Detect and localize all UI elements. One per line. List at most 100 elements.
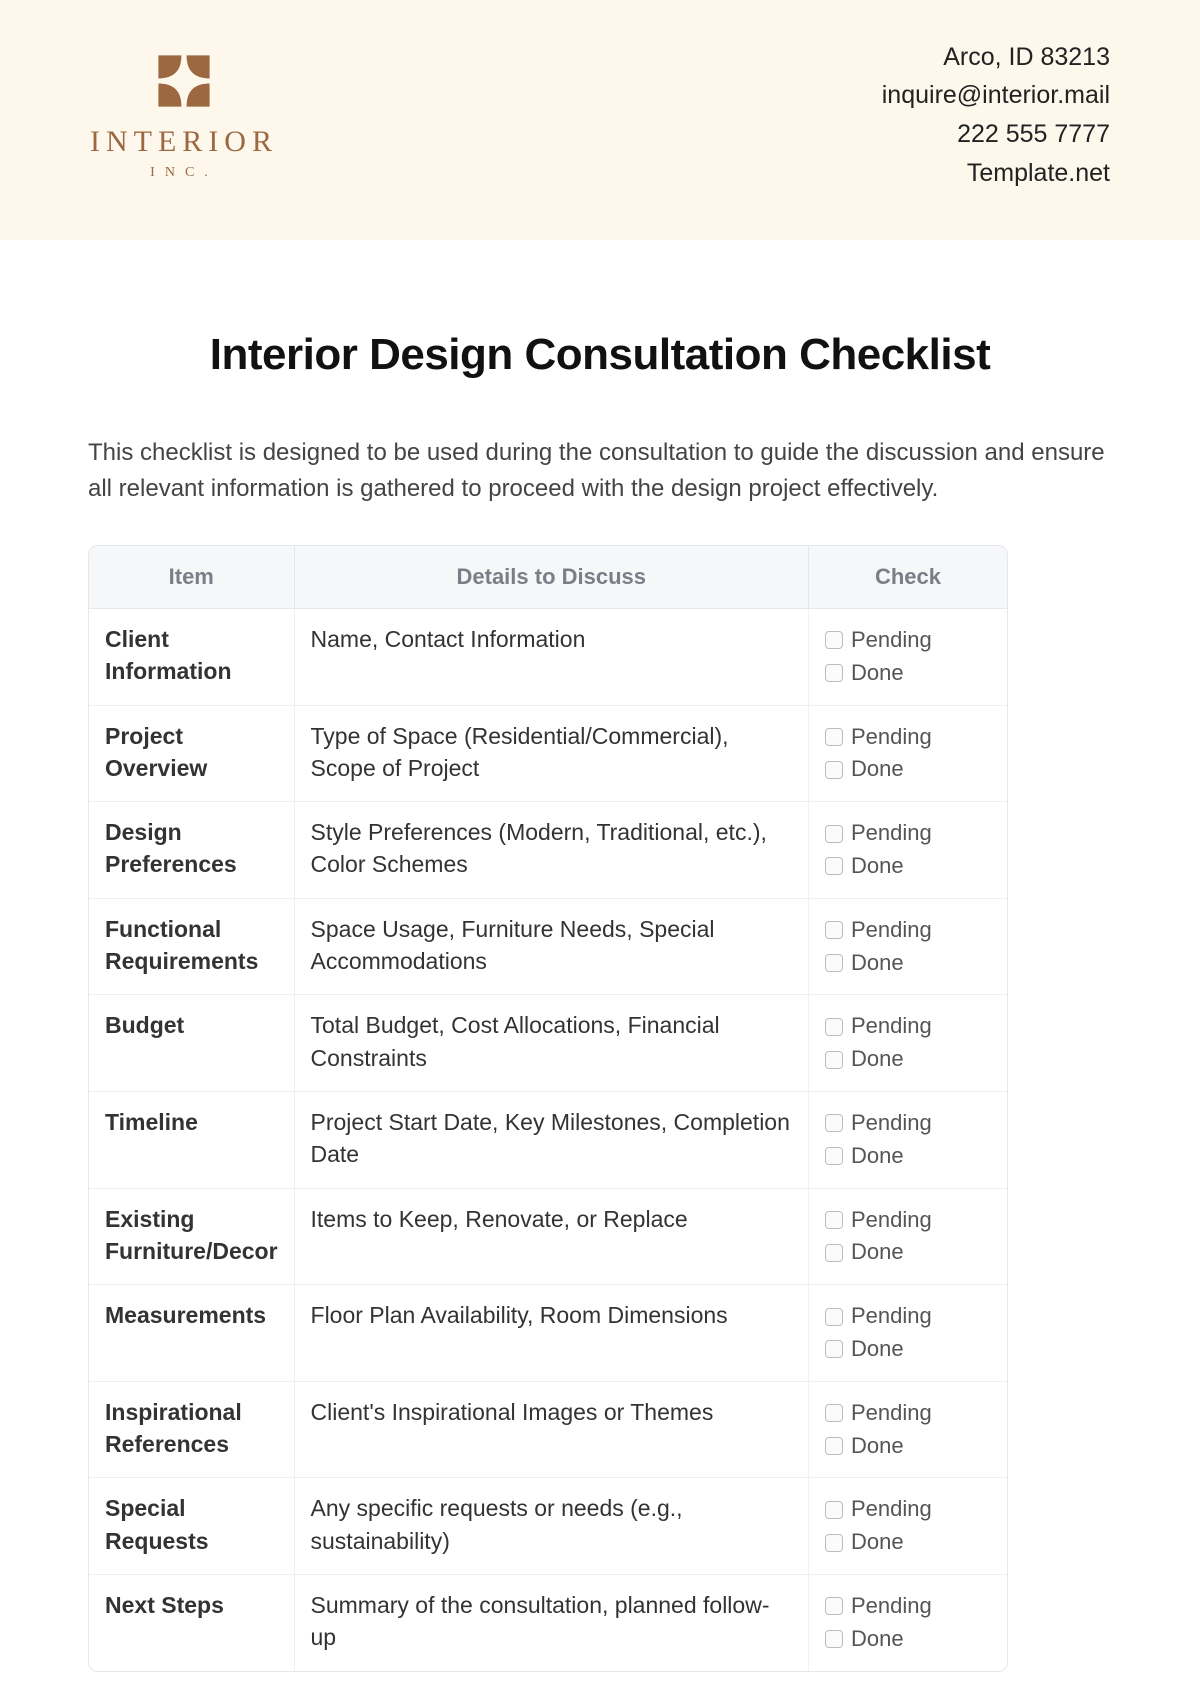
checkbox-icon[interactable] [825, 857, 843, 875]
checklist-table: Item Details to Discuss Check Client Inf… [89, 546, 1007, 1671]
brand-name: INTERIOR [90, 125, 278, 159]
checkbox-icon[interactable] [825, 1051, 843, 1069]
details-cell: Client's Inspirational Images or Themes [294, 1381, 808, 1478]
check-option-pending[interactable]: Pending [825, 1205, 991, 1236]
check-option-done[interactable]: Done [825, 851, 991, 882]
check-option-done[interactable]: Done [825, 1624, 991, 1655]
check-option-pending[interactable]: Pending [825, 1398, 991, 1429]
col-header-check: Check [809, 546, 1008, 609]
checkbox-icon[interactable] [825, 1437, 843, 1455]
check-label: Pending [851, 722, 932, 753]
table-row: Design PreferencesStyle Preferences (Mod… [89, 802, 1007, 899]
table-row: TimelineProject Start Date, Key Mileston… [89, 1091, 1007, 1188]
checkbox-icon[interactable] [825, 631, 843, 649]
checkbox-icon[interactable] [825, 1404, 843, 1422]
item-cell: Existing Furniture/Decor [89, 1188, 294, 1285]
check-option-pending[interactable]: Pending [825, 722, 991, 753]
check-option-done[interactable]: Done [825, 658, 991, 689]
contact-source: Template.net [882, 154, 1110, 193]
checkbox-icon[interactable] [825, 728, 843, 746]
check-cell: PendingDone [809, 802, 1008, 899]
check-label: Pending [851, 1011, 932, 1042]
check-label: Pending [851, 625, 932, 656]
check-option-pending[interactable]: Pending [825, 1108, 991, 1139]
table-row: Existing Furniture/DecorItems to Keep, R… [89, 1188, 1007, 1285]
checkbox-icon[interactable] [825, 1211, 843, 1229]
check-label: Done [851, 1431, 904, 1462]
checkbox-icon[interactable] [825, 921, 843, 939]
table-row: Client InformationName, Contact Informat… [89, 609, 1007, 706]
check-cell: PendingDone [809, 1285, 1008, 1382]
check-option-done[interactable]: Done [825, 1141, 991, 1172]
check-label: Done [851, 1237, 904, 1268]
item-cell: Budget [89, 995, 294, 1092]
checkbox-icon[interactable] [825, 1147, 843, 1165]
checkbox-icon[interactable] [825, 1630, 843, 1648]
check-cell: PendingDone [809, 1188, 1008, 1285]
checkbox-icon[interactable] [825, 1501, 843, 1519]
table-row: MeasurementsFloor Plan Availability, Roo… [89, 1285, 1007, 1382]
check-option-pending[interactable]: Pending [825, 1011, 991, 1042]
check-option-pending[interactable]: Pending [825, 915, 991, 946]
check-label: Done [851, 1624, 904, 1655]
checkbox-icon[interactable] [825, 1340, 843, 1358]
check-cell: PendingDone [809, 1574, 1008, 1670]
check-cell: PendingDone [809, 1478, 1008, 1575]
checkbox-icon[interactable] [825, 954, 843, 972]
item-cell: Project Overview [89, 705, 294, 802]
checkbox-icon[interactable] [825, 1597, 843, 1615]
contact-address: Arco, ID 83213 [882, 38, 1110, 77]
check-option-done[interactable]: Done [825, 948, 991, 979]
check-option-pending[interactable]: Pending [825, 1494, 991, 1525]
checkbox-icon[interactable] [825, 664, 843, 682]
contact-phone: 222 555 7777 [882, 115, 1110, 154]
details-cell: Total Budget, Cost Allocations, Financia… [294, 995, 808, 1092]
page-title: Interior Design Consultation Checklist [88, 330, 1112, 380]
item-cell: Next Steps [89, 1574, 294, 1670]
check-option-pending[interactable]: Pending [825, 1591, 991, 1622]
check-label: Pending [851, 1591, 932, 1622]
check-option-pending[interactable]: Pending [825, 625, 991, 656]
check-label: Done [851, 1141, 904, 1172]
table-row: BudgetTotal Budget, Cost Allocations, Fi… [89, 995, 1007, 1092]
page-body: Interior Design Consultation Checklist T… [0, 240, 1200, 1672]
check-label: Done [851, 851, 904, 882]
check-label: Pending [851, 915, 932, 946]
table-row: Project OverviewType of Space (Residenti… [89, 705, 1007, 802]
check-option-done[interactable]: Done [825, 1334, 991, 1365]
checkbox-icon[interactable] [825, 1534, 843, 1552]
checkbox-icon[interactable] [825, 825, 843, 843]
check-label: Done [851, 1527, 904, 1558]
check-option-done[interactable]: Done [825, 754, 991, 785]
check-label: Pending [851, 1301, 932, 1332]
check-label: Done [851, 754, 904, 785]
check-option-done[interactable]: Done [825, 1237, 991, 1268]
item-cell: Measurements [89, 1285, 294, 1382]
check-cell: PendingDone [809, 609, 1008, 706]
check-option-pending[interactable]: Pending [825, 818, 991, 849]
contact-block: Arco, ID 83213 inquire@interior.mail 222… [882, 38, 1110, 193]
col-header-item: Item [89, 546, 294, 609]
check-label: Pending [851, 818, 932, 849]
details-cell: Name, Contact Information [294, 609, 808, 706]
details-cell: Style Preferences (Modern, Traditional, … [294, 802, 808, 899]
check-option-done[interactable]: Done [825, 1527, 991, 1558]
details-cell: Items to Keep, Renovate, or Replace [294, 1188, 808, 1285]
check-cell: PendingDone [809, 898, 1008, 995]
item-cell: Design Preferences [89, 802, 294, 899]
table-row: Inspirational ReferencesClient's Inspira… [89, 1381, 1007, 1478]
item-cell: Client Information [89, 609, 294, 706]
check-option-done[interactable]: Done [825, 1044, 991, 1075]
checkbox-icon[interactable] [825, 1114, 843, 1132]
checkbox-icon[interactable] [825, 1308, 843, 1326]
check-cell: PendingDone [809, 705, 1008, 802]
checkbox-icon[interactable] [825, 1244, 843, 1262]
item-cell: Special Requests [89, 1478, 294, 1575]
checkbox-icon[interactable] [825, 761, 843, 779]
check-label: Done [851, 1334, 904, 1365]
check-option-pending[interactable]: Pending [825, 1301, 991, 1332]
check-option-done[interactable]: Done [825, 1431, 991, 1462]
header-banner: INTERIOR INC. Arco, ID 83213 inquire@int… [0, 0, 1200, 240]
table-row: Special RequestsAny specific requests or… [89, 1478, 1007, 1575]
checkbox-icon[interactable] [825, 1018, 843, 1036]
